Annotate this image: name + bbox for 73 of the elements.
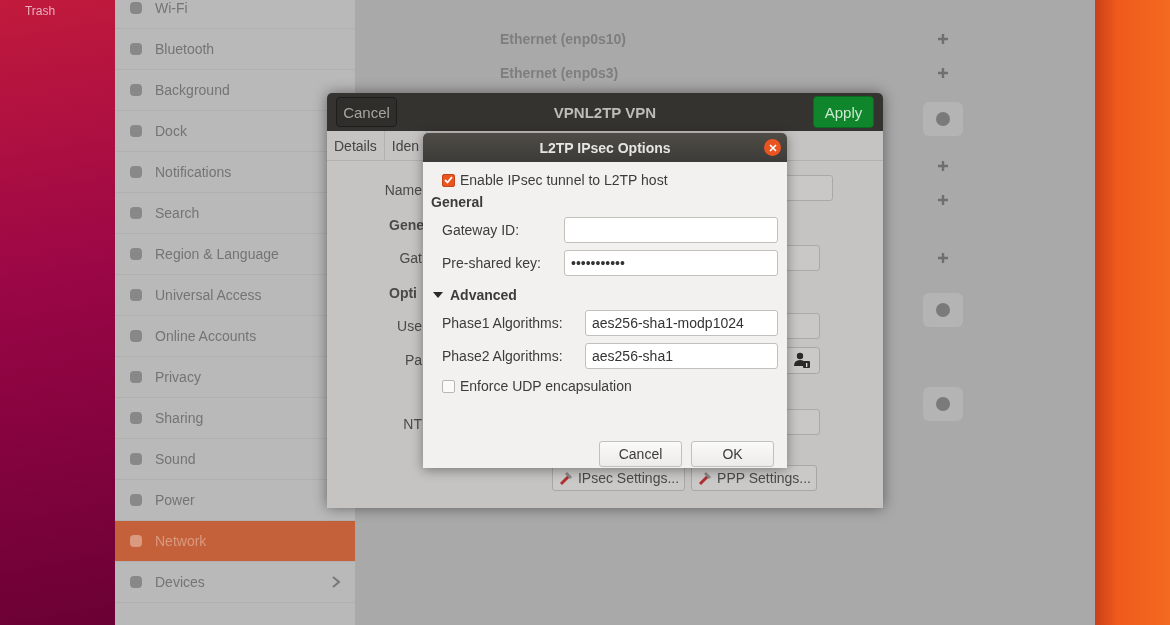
category-icon <box>129 247 143 261</box>
tab[interactable]: Details <box>327 131 385 160</box>
sidebar-item[interactable]: Network <box>115 521 355 561</box>
add-icon[interactable] <box>938 253 948 263</box>
category-icon <box>129 42 143 56</box>
checkbox[interactable] <box>442 173 455 187</box>
field-label: Gat <box>399 249 422 268</box>
sidebar-item[interactable]: Dock <box>115 111 197 151</box>
category-icon <box>129 1 143 15</box>
gear-button[interactable] <box>923 102 963 136</box>
category-icon <box>129 370 143 384</box>
sidebar-item[interactable]: Power <box>115 480 205 520</box>
category-icon <box>129 575 143 589</box>
gear-button[interactable] <box>923 293 963 327</box>
checkbox-label[interactable]: Enable IPsec tunnel to L2TP host <box>460 172 668 188</box>
sidebar-item[interactable]: Region & Language <box>115 234 289 274</box>
dialog-button[interactable]: Cancel <box>599 441 682 467</box>
category-icon <box>129 411 143 425</box>
apply-button[interactable]: Apply <box>813 96 874 128</box>
field-label: Name <box>384 181 422 200</box>
category-icon <box>129 329 143 343</box>
input-field[interactable]: ••••••••••• <box>564 250 778 276</box>
section-heading: Gene <box>389 216 424 235</box>
field-label: NT <box>403 415 422 434</box>
add-icon[interactable] <box>938 34 948 44</box>
category-icon <box>129 165 143 179</box>
checkbox-label[interactable]: Enforce UDP encapsulation <box>460 378 632 394</box>
field-label: Phase1 Algorithms: <box>442 315 564 331</box>
sidebar-item[interactable]: Sound <box>115 439 206 479</box>
field-label: Pre-shared key: <box>442 255 542 271</box>
category-icon <box>129 206 143 220</box>
close-button[interactable] <box>764 139 781 156</box>
dialog-title: VPNL2TP VPN <box>553 103 657 121</box>
field-label: Pa <box>404 351 422 370</box>
category-icon <box>129 83 143 97</box>
checkbox[interactable] <box>442 379 455 393</box>
field-label: Phase2 Algorithms: <box>442 348 564 364</box>
sidebar-item[interactable]: Privacy <box>115 357 211 397</box>
caret-down-icon[interactable] <box>433 290 443 300</box>
sidebar-item[interactable]: Sharing <box>115 398 214 438</box>
category-icon <box>129 493 143 507</box>
sidebar-item[interactable]: Online Accounts <box>115 316 267 356</box>
close-icon <box>768 143 777 152</box>
add-icon[interactable] <box>938 68 948 78</box>
section-heading: Opti <box>389 284 417 303</box>
input-field[interactable] <box>564 217 778 243</box>
dialog-button[interactable]: OK <box>691 441 774 467</box>
expander-label[interactable]: Advanced <box>450 287 517 303</box>
sidebar-item[interactable]: Wi-Fi <box>115 0 198 28</box>
category-icon <box>129 288 143 302</box>
input-field[interactable]: aes256-sha1 <box>585 343 778 369</box>
sidebar-item[interactable]: Search <box>115 193 210 233</box>
dialog-title: L2TP IPsec Options <box>539 139 671 156</box>
gear-button[interactable] <box>923 387 963 421</box>
add-icon[interactable] <box>938 161 948 171</box>
input-field[interactable]: aes256-sha1-modp1024 <box>585 310 778 336</box>
tools-icon <box>697 470 714 486</box>
field-label: Use <box>397 317 422 336</box>
category-icon <box>129 452 143 466</box>
add-icon[interactable] <box>938 195 948 205</box>
sidebar-item[interactable]: Bluetooth <box>115 29 225 69</box>
category-icon <box>129 534 143 548</box>
sidebar-item[interactable]: Devices <box>115 562 355 602</box>
trash-label[interactable]: Trash <box>0 0 80 18</box>
category-icon <box>129 124 143 138</box>
cancel-button[interactable]: Cancel <box>336 97 397 127</box>
sidebar-item[interactable]: Universal Access <box>115 275 272 315</box>
section-heading: General <box>431 194 485 210</box>
sidebar-item[interactable]: Background <box>115 70 240 110</box>
field-label: Gateway ID: <box>442 222 521 238</box>
sidebar-item[interactable]: Notifications <box>115 152 242 192</box>
tools-icon <box>557 470 574 486</box>
check-icon <box>444 176 453 184</box>
